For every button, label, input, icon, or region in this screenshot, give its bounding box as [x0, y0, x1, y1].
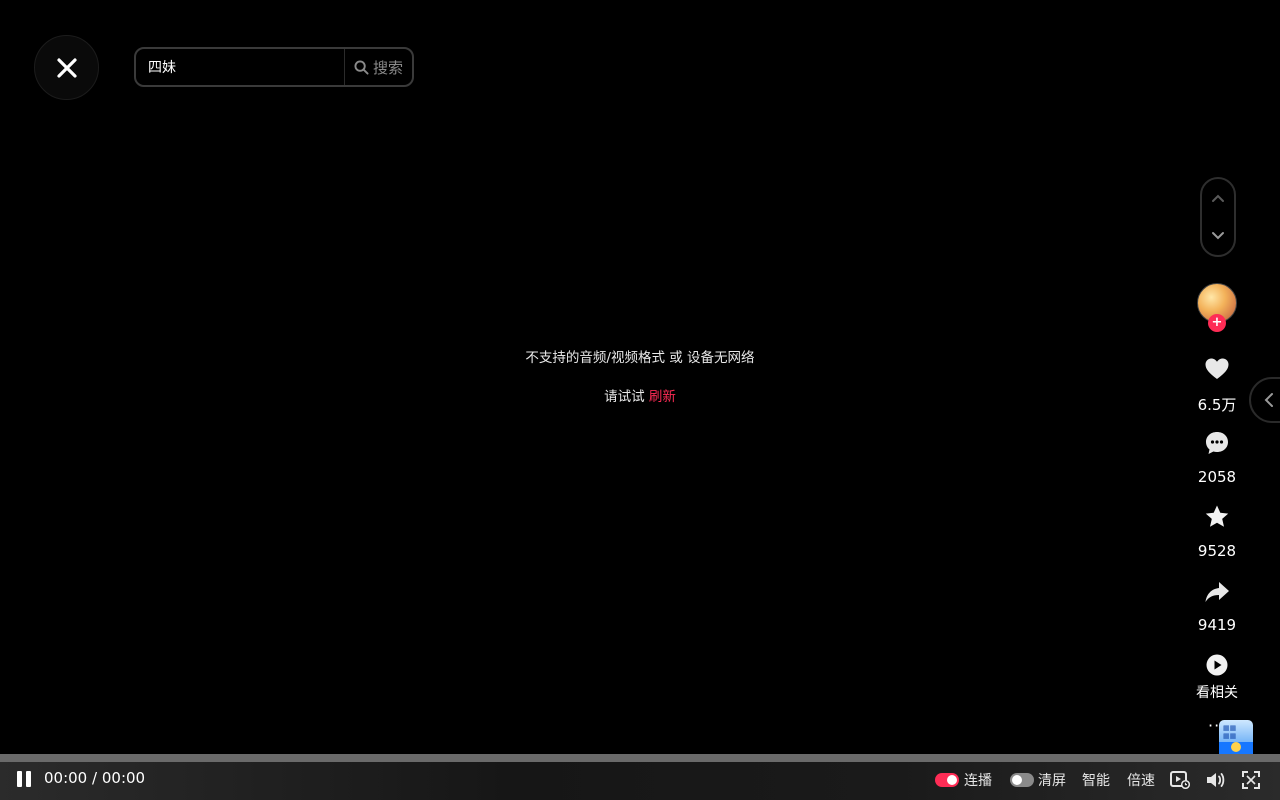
current-time: 00:00: [44, 769, 88, 787]
star-icon: [1205, 505, 1229, 527]
close-icon: [56, 57, 77, 78]
side-panel-toggle[interactable]: [1249, 377, 1280, 423]
pause-icon: [17, 771, 22, 787]
control-bar-right: 连播 清屏 智能 倍速: [935, 767, 1262, 793]
play-circle-icon: [1206, 654, 1228, 676]
autoplay-toggle[interactable]: [935, 773, 959, 787]
mini-game-graphic: ▦▦ ▦▦: [1223, 724, 1237, 740]
favorite-button[interactable]: [1204, 504, 1230, 530]
search-button[interactable]: 搜索: [344, 49, 412, 85]
favorite-count: 9528: [1197, 542, 1237, 560]
error-message: 不支持的音频/视频格式 或 设备无网络: [525, 350, 755, 366]
related-label[interactable]: 看相关: [1182, 682, 1252, 702]
next-video-button[interactable]: [1208, 226, 1228, 246]
refresh-link[interactable]: 刷新: [649, 389, 676, 405]
volume-button[interactable]: [1204, 769, 1226, 791]
pip-icon: [1170, 771, 1190, 789]
coin-graphic: [1231, 742, 1241, 752]
autoplay-label[interactable]: 连播: [964, 770, 992, 790]
retry-line: 请试试 刷新: [0, 385, 1280, 405]
time-display: 00:00 / 00:00: [44, 769, 145, 787]
smart-button[interactable]: 智能: [1082, 770, 1110, 790]
fullscreen-icon: [1242, 771, 1260, 789]
related-button[interactable]: [1204, 652, 1230, 678]
pause-icon-bar: [26, 771, 31, 787]
share-icon: [1205, 582, 1229, 602]
previous-video-button[interactable]: [1208, 188, 1228, 208]
speed-button[interactable]: 倍速: [1127, 770, 1155, 790]
search-icon: [354, 59, 369, 75]
share-count: 9419: [1197, 616, 1237, 634]
retry-prefix: 请试试: [604, 389, 645, 405]
play-pause-button[interactable]: [13, 768, 35, 790]
chevron-down-icon: [1212, 232, 1224, 240]
video-player: 搜索 不支持的音频/视频格式 或 设备无网络 请试试 刷新 + 6.5万: [0, 0, 1280, 800]
like-count: 6.5万: [1197, 396, 1237, 414]
time-separator: /: [92, 769, 98, 787]
close-button[interactable]: [34, 35, 99, 100]
volume-icon: [1207, 773, 1225, 787]
chevron-up-icon: [1212, 194, 1224, 202]
clear-screen-toggle[interactable]: [1010, 773, 1034, 787]
fullscreen-button[interactable]: [1240, 769, 1262, 791]
clear-screen-label[interactable]: 清屏: [1038, 770, 1066, 790]
pip-button[interactable]: [1169, 769, 1191, 791]
chevron-left-icon: [1264, 393, 1273, 407]
like-button[interactable]: [1204, 356, 1230, 382]
control-bar: 00:00 / 00:00 连播 清屏 智能 倍速: [0, 762, 1280, 800]
search-box: 搜索: [134, 47, 414, 87]
search-input[interactable]: [136, 49, 344, 85]
heart-icon: [1205, 358, 1229, 379]
comment-icon: [1206, 432, 1228, 454]
duration: 00:00: [101, 769, 146, 787]
video-nav-pill: [1200, 177, 1236, 257]
share-button[interactable]: [1204, 579, 1230, 605]
comment-button[interactable]: [1204, 430, 1230, 456]
search-button-label: 搜索: [372, 58, 403, 77]
progress-bar[interactable]: [0, 754, 1280, 762]
comment-count: 2058: [1197, 468, 1237, 486]
follow-button[interactable]: +: [1208, 314, 1226, 332]
